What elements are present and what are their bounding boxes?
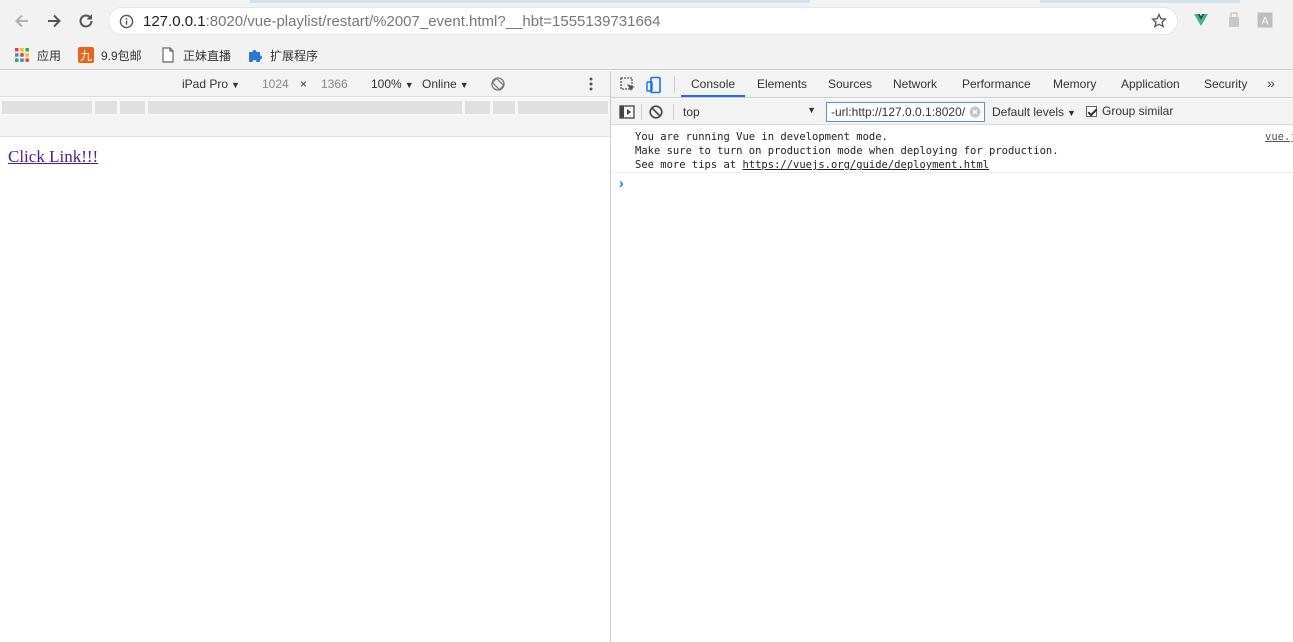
bookmark-live[interactable]: 正妹直播 <box>160 46 231 64</box>
checkbox-checked-icon[interactable] <box>1086 105 1097 117</box>
media-query-segment[interactable] <box>120 101 145 114</box>
device-toggle-icon[interactable] <box>645 76 663 94</box>
dropdown-triangle-icon: ▼ <box>231 80 240 90</box>
context-value: top <box>683 105 700 119</box>
tab-security[interactable]: Security <box>1204 77 1247 91</box>
reload-icon <box>79 14 93 28</box>
clear-filter-icon[interactable] <box>969 106 981 118</box>
group-similar-checkbox[interactable]: Group similar <box>1086 104 1173 118</box>
bookmarks-bar: 应用 九 9.9包邮 正妹直播 扩展程序 <box>0 40 1293 70</box>
bookmark-extensions[interactable]: 扩展程序 <box>247 46 318 64</box>
toolbar-separator <box>674 76 675 93</box>
media-query-segment[interactable] <box>493 101 515 114</box>
apps-grid-icon <box>15 48 29 62</box>
device-emulation-pane: iPad Pro ▼ 1024 × 1366 100% ▼ Online ▼ Clic… <box>0 71 610 642</box>
media-query-segment[interactable] <box>518 101 608 114</box>
deployment-guide-link[interactable]: https://vuejs.org/guide/deployment.html <box>742 159 989 171</box>
address-bar[interactable]: 127.0.0.1:8020/vue-playlist/restart/%200… <box>108 7 1178 35</box>
tab-strip-hint <box>250 0 810 3</box>
log-levels-select[interactable]: Default levels ▼ <box>992 105 1076 119</box>
tab-elements[interactable]: Elements <box>757 77 807 91</box>
console-message-line: See more tips at https://vuejs.org/guide… <box>635 159 989 171</box>
media-query-segment[interactable] <box>148 101 462 114</box>
vue-devtools-icon[interactable] <box>1193 12 1209 28</box>
tab-performance[interactable]: Performance <box>962 77 1031 91</box>
active-tab-indicator <box>681 95 745 97</box>
toolbar-separator <box>673 104 674 120</box>
svg-text:A: A <box>1261 16 1269 28</box>
bookmark-label: 应用 <box>37 48 62 63</box>
bookmark-star-icon[interactable] <box>1151 13 1167 29</box>
tab-console[interactable]: Console <box>691 77 735 91</box>
console-message-text: See more tips at <box>635 159 743 171</box>
inspect-element-icon[interactable] <box>619 76 637 94</box>
url-host: 127.0.0.1 <box>143 13 206 30</box>
arrow-left-icon <box>15 14 28 28</box>
rotate-icon[interactable] <box>490 76 506 92</box>
more-tabs-button[interactable]: » <box>1267 75 1275 91</box>
translate-icon[interactable]: A <box>1257 12 1273 28</box>
media-query-segment[interactable] <box>95 101 117 114</box>
console-toolbar: top ▼ -url:http://127.0.0.1:8020/ Defaul… <box>611 99 1293 125</box>
group-similar-label: Group similar <box>1102 104 1174 118</box>
device-toolbar: iPad Pro ▼ 1024 × 1366 100% ▼ Online ▼ <box>0 71 610 97</box>
console-message-line: Make sure to turn on production mode whe… <box>635 145 1059 157</box>
page-icon <box>162 47 174 63</box>
dropdown-triangle-icon: ▼ <box>404 80 414 90</box>
log-levels-value: Default levels <box>992 105 1065 119</box>
info-icon[interactable] <box>119 14 134 29</box>
toolbar-separator <box>641 104 642 120</box>
url-text[interactable]: 127.0.0.1:8020/vue-playlist/restart/%200… <box>143 13 660 30</box>
zoom-value: 100% <box>371 77 402 91</box>
jiu-icon: 九 <box>78 47 94 63</box>
height-input[interactable]: 1366 <box>321 77 348 91</box>
extension-icon[interactable] <box>1226 12 1242 28</box>
console-prompt-icon[interactable]: › <box>619 175 624 191</box>
sidebar-toggle-icon[interactable] <box>619 104 635 120</box>
filter-input[interactable]: -url:http://127.0.0.1:8020/ <box>826 102 985 122</box>
puzzle-icon <box>249 50 262 62</box>
console-message: You are running Vue in development mode.… <box>611 126 1293 173</box>
tab-network[interactable]: Network <box>893 77 937 91</box>
context-select[interactable]: top ▼ <box>681 103 816 121</box>
bookmark-label: 9.9包邮 <box>101 48 142 63</box>
back-button[interactable] <box>10 9 34 33</box>
dropdown-triangle-icon: ▼ <box>459 80 469 90</box>
svg-text:九: 九 <box>80 49 92 63</box>
clear-console-icon[interactable] <box>648 104 664 120</box>
click-link[interactable]: Click Link!!! <box>8 147 98 167</box>
filter-value: -url:http://127.0.0.1:8020/ <box>831 105 966 119</box>
dimension-separator: × <box>300 77 308 91</box>
tab-application[interactable]: Application <box>1121 77 1180 91</box>
width-input[interactable]: 1024 <box>262 77 289 91</box>
bookmark-label: 正妹直播 <box>183 48 232 63</box>
bookmark-apps[interactable]: 应用 <box>14 46 61 64</box>
device-select[interactable]: iPad Pro ▼ <box>182 77 240 91</box>
browser-toolbar: 127.0.0.1:8020/vue-playlist/restart/%200… <box>0 0 1293 40</box>
bookmark-jiu[interactable]: 九 9.9包邮 <box>78 46 142 64</box>
bookmark-label: 扩展程序 <box>270 48 319 63</box>
media-query-bar[interactable] <box>0 98 610 116</box>
url-path: :8020/vue-playlist/restart/%2007_event.h… <box>205 13 661 30</box>
tab-sources[interactable]: Sources <box>828 77 872 91</box>
device-name: iPad Pro <box>182 77 229 91</box>
reload-button[interactable] <box>74 9 98 33</box>
media-query-segment[interactable] <box>2 101 92 114</box>
more-vertical-icon[interactable] <box>586 76 596 92</box>
network-throttle-select[interactable]: Online ▼ <box>422 77 469 91</box>
devtools-panel: Console Elements Sources Network Perform… <box>611 71 1293 642</box>
devtools-tab-bar: Console Elements Sources Network Perform… <box>611 71 1293 98</box>
arrow-right-icon <box>48 14 61 28</box>
network-value: Online <box>422 77 457 91</box>
dropdown-triangle-icon: ▼ <box>807 105 816 115</box>
media-query-segment[interactable] <box>465 101 490 114</box>
source-link[interactable]: vue.js <box>1265 131 1293 143</box>
forward-button[interactable] <box>42 9 66 33</box>
tab-memory[interactable]: Memory <box>1053 77 1096 91</box>
console-message-line: You are running Vue in development mode. <box>635 131 888 143</box>
dropdown-triangle-icon: ▼ <box>1067 108 1076 118</box>
ruler <box>0 116 610 137</box>
tab-strip-hint <box>1040 0 1240 3</box>
zoom-select[interactable]: 100% ▼ <box>371 77 414 91</box>
